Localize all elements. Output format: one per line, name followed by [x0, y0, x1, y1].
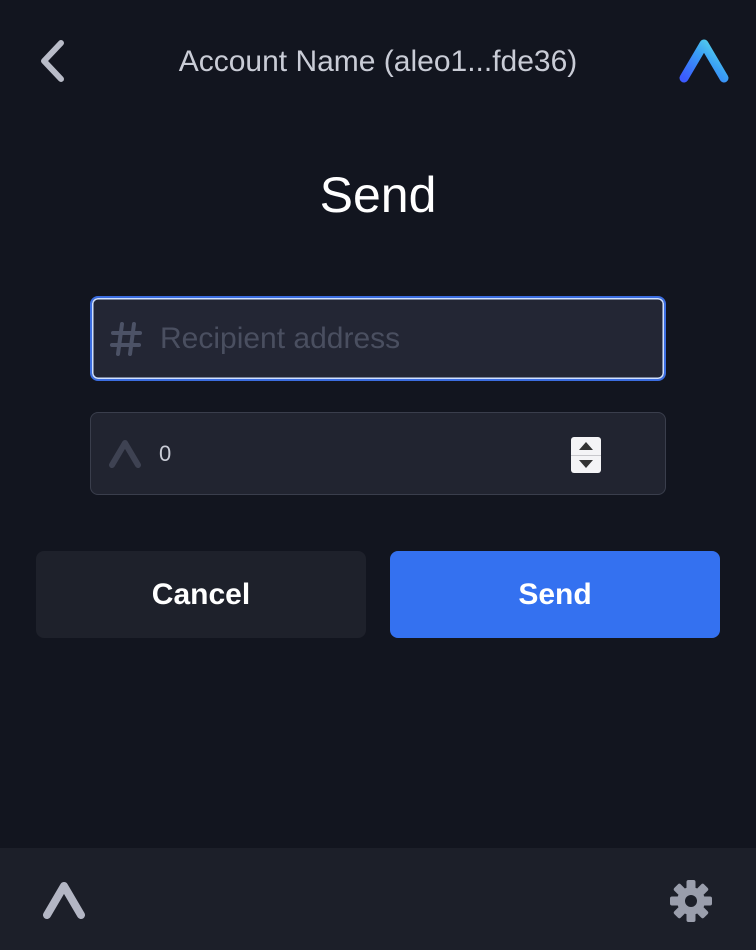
header: Account Name (aleo1...fde36): [0, 0, 756, 128]
amount-input[interactable]: [157, 427, 595, 480]
account-name[interactable]: Account Name (aleo1...fde36): [110, 40, 646, 84]
aleo-home-icon[interactable]: [40, 878, 88, 922]
back-button[interactable]: [30, 36, 74, 86]
send-button[interactable]: Send: [390, 551, 720, 638]
increment-arrow-icon[interactable]: [571, 437, 601, 455]
decrement-arrow-icon[interactable]: [571, 454, 601, 474]
footer-nav: [0, 848, 756, 950]
page-title: Send: [319, 167, 437, 223]
cancel-button[interactable]: Cancel: [36, 551, 366, 638]
hash-icon: [108, 321, 144, 357]
aleo-mark-icon: [107, 436, 143, 472]
amount-field[interactable]: [90, 412, 666, 495]
aleo-logo-icon: [679, 39, 729, 83]
amount-stepper[interactable]: [571, 437, 601, 473]
recipient-field[interactable]: [90, 296, 666, 381]
chevron-left-icon: [41, 40, 64, 82]
recipient-address-input[interactable]: [158, 312, 594, 365]
gear-icon[interactable]: [668, 878, 714, 924]
